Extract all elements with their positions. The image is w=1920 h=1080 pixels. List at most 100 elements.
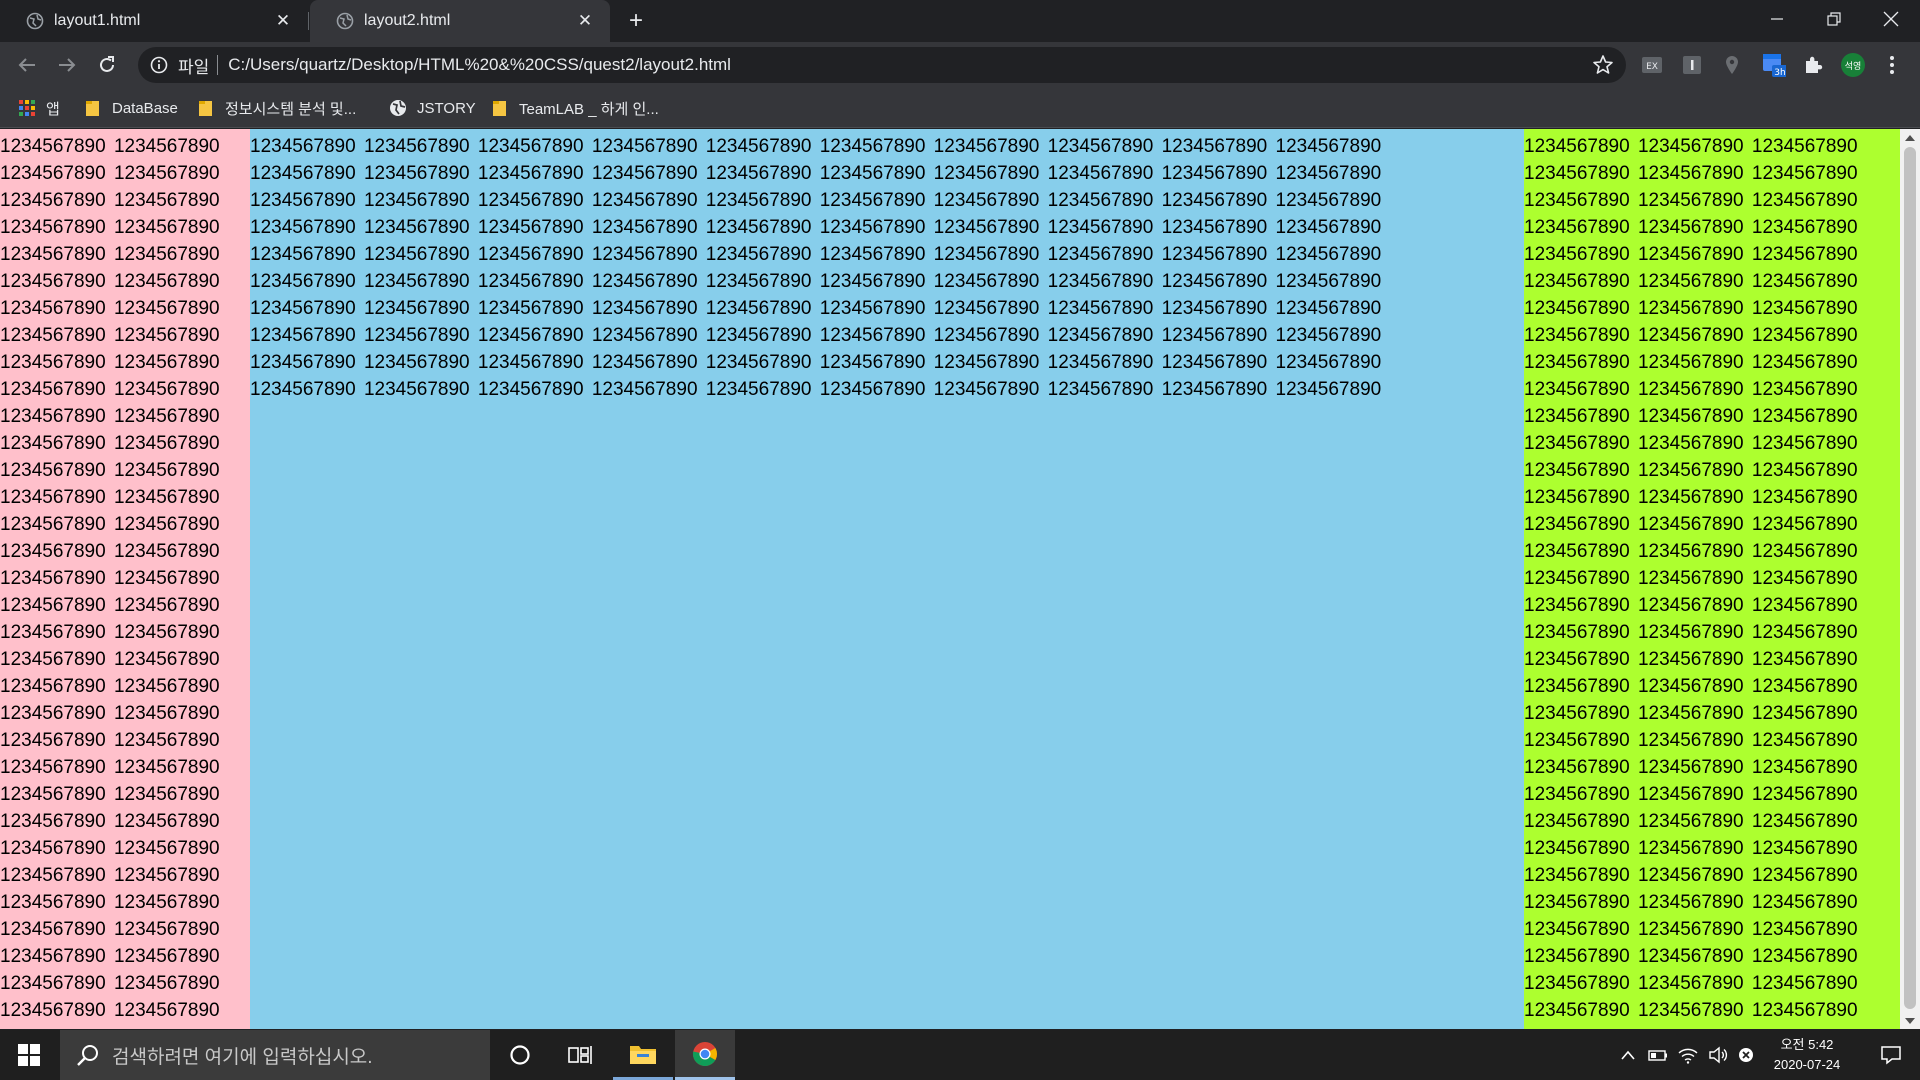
close-tab-icon[interactable]: ✕ bbox=[274, 11, 292, 30]
chrome-logo-icon bbox=[692, 1041, 717, 1066]
text-line: 1234567890 1234567890 1234567890 1234567… bbox=[250, 190, 1382, 211]
chrome-menu-button[interactable] bbox=[1880, 53, 1904, 77]
tab-title: layout2.html bbox=[364, 12, 451, 29]
text-line: 1234567890 1234567890 bbox=[0, 622, 220, 643]
text-line: 1234567890 1234567890 bbox=[0, 271, 220, 292]
bookmark-apps[interactable]: 앱 bbox=[18, 96, 60, 120]
text-line: 1234567890 1234567890 1234567890 bbox=[1524, 595, 1858, 616]
back-button[interactable] bbox=[12, 50, 42, 80]
tab-layout1[interactable]: layout1.html ✕ bbox=[0, 0, 308, 42]
network-tray-button[interactable] bbox=[1676, 1030, 1700, 1080]
extension-location-button[interactable] bbox=[1720, 53, 1744, 77]
minimize-button[interactable] bbox=[1749, 0, 1805, 38]
text-line: 1234567890 1234567890 bbox=[0, 595, 220, 616]
page-viewport: 1234567890 1234567890 1234567890 12345678… bbox=[0, 129, 1920, 1029]
address-bar[interactable]: 파일 C:/Users/quartz/Desktop/HTML%20&%20CS… bbox=[138, 47, 1626, 83]
star-icon[interactable] bbox=[1592, 54, 1614, 76]
text-line: 1234567890 1234567890 1234567890 1234567… bbox=[250, 298, 1382, 319]
text-line: 1234567890 1234567890 bbox=[0, 379, 220, 400]
text-line: 1234567890 1234567890 1234567890 bbox=[1524, 487, 1858, 508]
bookmark-jstory[interactable]: JSTORY bbox=[389, 96, 476, 120]
start-button[interactable] bbox=[0, 1030, 58, 1080]
notification-status-button[interactable] bbox=[1736, 1030, 1756, 1080]
scroll-down-arrow-icon[interactable] bbox=[1900, 1012, 1920, 1029]
text-line: 1234567890 1234567890 bbox=[0, 811, 220, 832]
text-line: 1234567890 1234567890 1234567890 bbox=[1524, 730, 1858, 751]
close-tab-icon[interactable]: ✕ bbox=[576, 11, 594, 30]
extension-calendar-button[interactable]: 3h bbox=[1762, 53, 1786, 78]
volume-tray-button[interactable] bbox=[1706, 1030, 1730, 1080]
tab-strip: layout1.html ✕ layout2.html ✕ + bbox=[0, 0, 1920, 42]
text-line: 1234567890 1234567890 1234567890 bbox=[1524, 649, 1858, 670]
scheme-label: 파일 bbox=[178, 57, 210, 77]
bookmark-database[interactable]: DataBase bbox=[84, 96, 178, 120]
text-line: 1234567890 1234567890 1234567890 bbox=[1524, 325, 1858, 346]
restore-button[interactable] bbox=[1806, 0, 1862, 38]
extensions-menu-button[interactable] bbox=[1802, 53, 1826, 77]
bookmark-label: JSTORY bbox=[417, 99, 476, 117]
right-column: 1234567890 1234567890 1234567890 12345678… bbox=[1524, 129, 1900, 1029]
text-line: 1234567890 1234567890 bbox=[0, 865, 220, 886]
scroll-up-arrow-icon[interactable] bbox=[1900, 129, 1920, 146]
windows-logo-icon bbox=[18, 1044, 40, 1066]
close-window-button[interactable] bbox=[1863, 0, 1919, 38]
text-line: 1234567890 1234567890 1234567890 bbox=[1524, 136, 1858, 157]
chrome-taskbar-button[interactable] bbox=[675, 1030, 735, 1080]
profile-button[interactable]: 석영 bbox=[1841, 53, 1865, 77]
vertical-scrollbar[interactable] bbox=[1900, 129, 1920, 1029]
text-line: 1234567890 1234567890 1234567890 bbox=[1524, 163, 1858, 184]
bookmark-info-systems[interactable]: 정보시스템 분석 및... bbox=[197, 96, 356, 120]
scrollbar-thumb[interactable] bbox=[1904, 147, 1916, 1009]
show-hidden-icons-button[interactable] bbox=[1616, 1030, 1640, 1080]
chevron-up-icon bbox=[1621, 1050, 1635, 1060]
text-line: 1234567890 1234567890 1234567890 bbox=[1524, 352, 1858, 373]
forward-button[interactable] bbox=[52, 50, 82, 80]
text-line: 1234567890 1234567890 bbox=[0, 730, 220, 751]
action-center-button[interactable] bbox=[1866, 1030, 1916, 1080]
tab-layout2[interactable]: layout2.html ✕ bbox=[310, 0, 610, 42]
task-view-button[interactable] bbox=[550, 1030, 610, 1080]
left-column: 1234567890 1234567890 1234567890 12345678… bbox=[0, 129, 250, 1029]
text-line: 1234567890 1234567890 1234567890 bbox=[1524, 514, 1858, 535]
text-line: 1234567890 1234567890 1234567890 1234567… bbox=[250, 325, 1382, 346]
speaker-icon bbox=[1709, 1046, 1728, 1064]
extension-ex-button[interactable]: EX bbox=[1640, 53, 1664, 77]
url-text[interactable]: C:/Users/quartz/Desktop/HTML%20&%20CSS/q… bbox=[228, 55, 731, 75]
text-line: 1234567890 1234567890 bbox=[0, 838, 220, 859]
globe-icon bbox=[26, 12, 44, 30]
text-line: 1234567890 1234567890 1234567890 bbox=[1524, 892, 1858, 913]
taskbar-search-box[interactable]: 검색하려면 여기에 입력하십시오. bbox=[60, 1030, 490, 1080]
text-line: 1234567890 1234567890 bbox=[0, 190, 220, 211]
text-line: 1234567890 1234567890 1234567890 1234567… bbox=[250, 136, 1382, 157]
text-line: 1234567890 1234567890 bbox=[0, 973, 220, 994]
info-icon[interactable] bbox=[150, 56, 168, 74]
puzzle-icon bbox=[1806, 56, 1823, 73]
globe-icon bbox=[336, 12, 354, 30]
arrow-right-icon bbox=[59, 58, 76, 72]
text-line: 1234567890 1234567890 1234567890 bbox=[1524, 244, 1858, 265]
folder-icon bbox=[199, 101, 212, 116]
reload-icon bbox=[100, 56, 114, 72]
taskbar-clock[interactable]: 오전 5:42 2020-07-24 bbox=[1755, 1030, 1859, 1080]
bookmark-teamlab[interactable]: TeamLAB _ 하게 인... bbox=[491, 96, 659, 120]
text-line: 1234567890 1234567890 1234567890 bbox=[1524, 811, 1858, 832]
cortana-button[interactable] bbox=[490, 1030, 550, 1080]
clock-date: 2020-07-24 bbox=[1773, 1057, 1841, 1072]
battery-tray-button[interactable] bbox=[1646, 1030, 1670, 1080]
reload-button[interactable] bbox=[92, 50, 122, 80]
text-line: 1234567890 1234567890 bbox=[0, 919, 220, 940]
new-tab-button[interactable]: + bbox=[624, 7, 648, 34]
battery-icon bbox=[1648, 1050, 1667, 1061]
text-line: 1234567890 1234567890 1234567890 bbox=[1524, 379, 1858, 400]
text-line: 1234567890 1234567890 bbox=[0, 244, 220, 265]
text-line: 1234567890 1234567890 1234567890 bbox=[1524, 271, 1858, 292]
text-line: 1234567890 1234567890 bbox=[0, 514, 220, 535]
globe-icon bbox=[390, 100, 406, 116]
file-explorer-button[interactable] bbox=[613, 1030, 673, 1080]
extension-info-button[interactable] bbox=[1680, 53, 1704, 77]
bookmark-label: 앱 bbox=[46, 100, 60, 118]
text-line: 1234567890 1234567890 1234567890 bbox=[1524, 433, 1858, 454]
text-line: 1234567890 1234567890 bbox=[0, 406, 220, 427]
text-line: 1234567890 1234567890 bbox=[0, 136, 220, 157]
text-line: 1234567890 1234567890 1234567890 bbox=[1524, 676, 1858, 697]
